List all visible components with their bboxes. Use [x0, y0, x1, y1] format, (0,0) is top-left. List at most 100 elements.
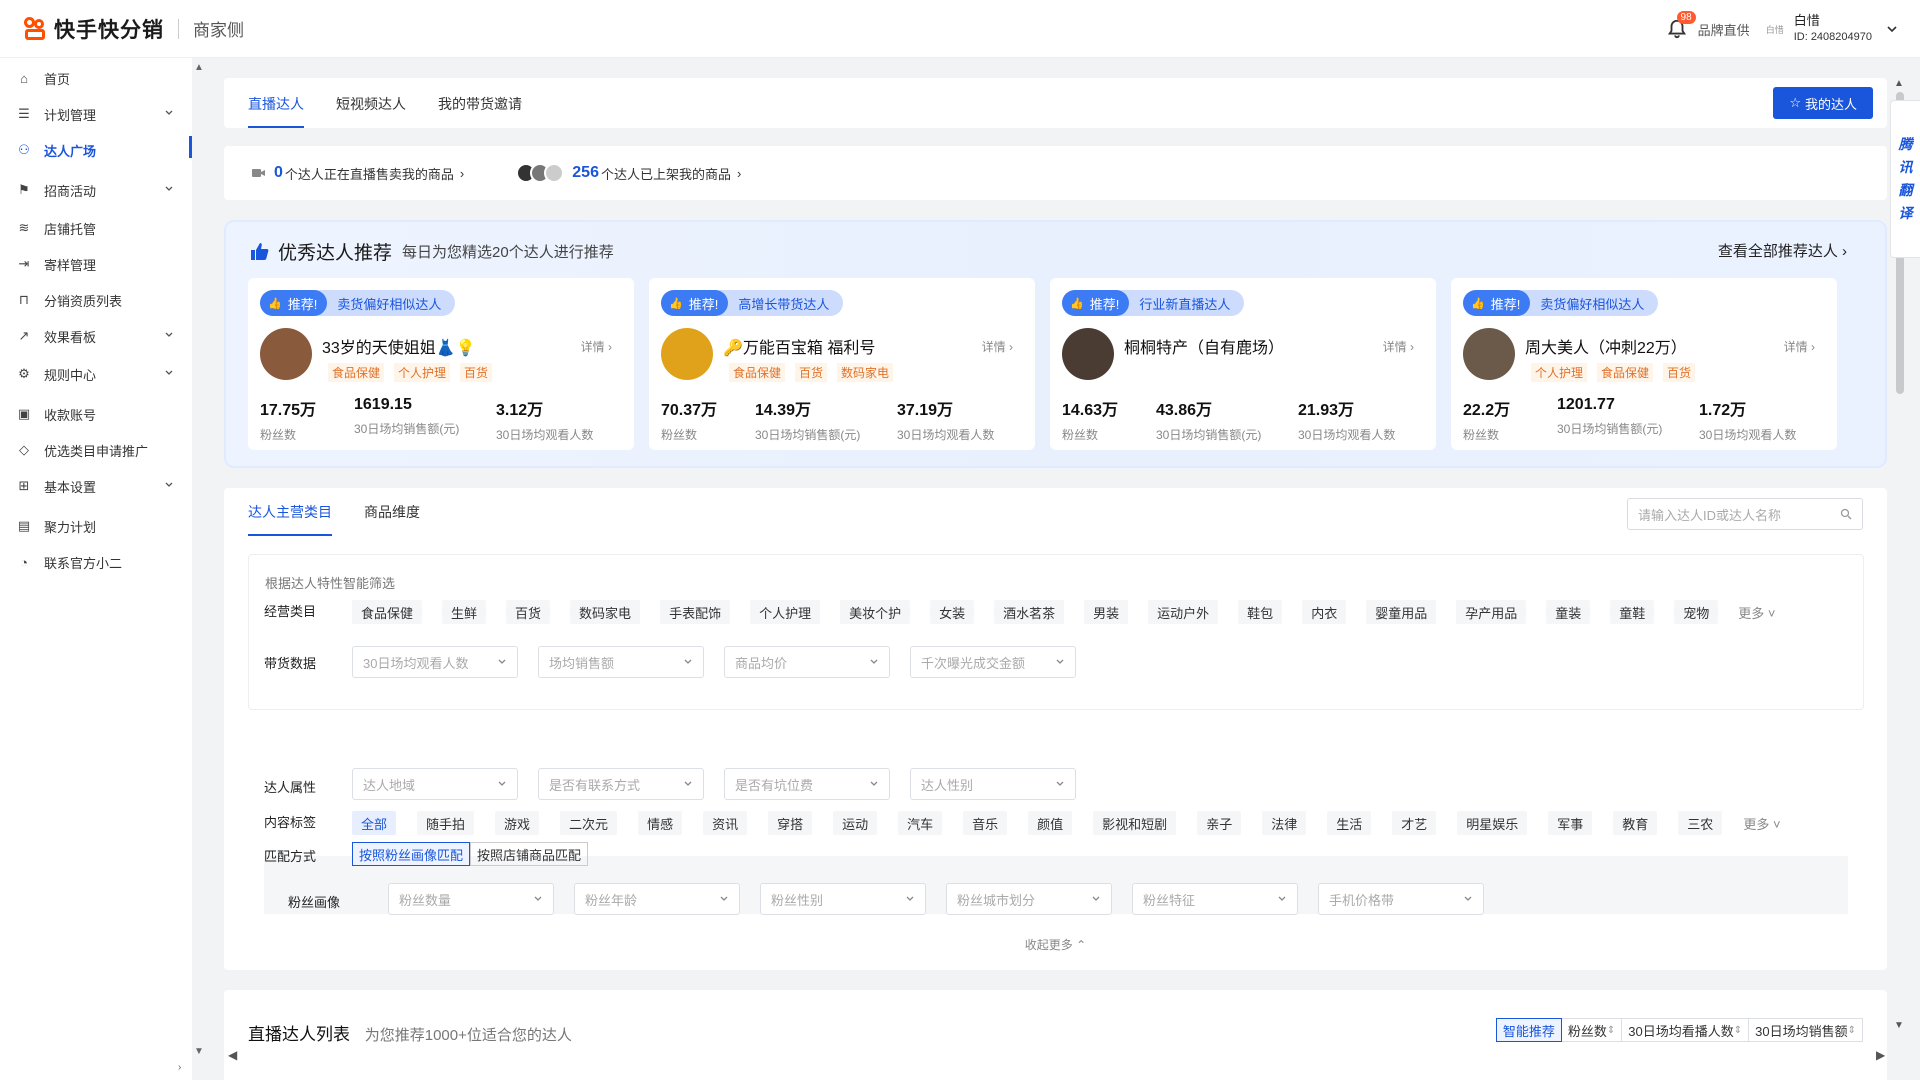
- brand-direct-label[interactable]: 品牌直供: [1698, 20, 1750, 39]
- avatar[interactable]: [1463, 328, 1515, 380]
- filter-chip[interactable]: 生活: [1327, 811, 1372, 835]
- filter-chip[interactable]: 内衣: [1302, 600, 1347, 624]
- filter-chip[interactable]: 童鞋: [1610, 600, 1655, 624]
- sidebar-item[interactable]: ⚇ 达人广场: [0, 128, 192, 172]
- filter-chip[interactable]: 个人护理: [750, 600, 821, 624]
- live-count-text[interactable]: 个达人正在直播售卖我的商品: [285, 164, 454, 183]
- tab-short-video-talent[interactable]: 短视频达人: [336, 94, 406, 128]
- scroll-left-icon[interactable]: ◀: [228, 1048, 237, 1062]
- filter-chip[interactable]: 手表配饰: [660, 600, 731, 624]
- filter-chip[interactable]: 婴童用品: [1366, 600, 1437, 624]
- tab-live-talent[interactable]: 直播达人: [248, 94, 304, 128]
- detail-link[interactable]: 详情 ›: [1383, 338, 1414, 355]
- sidebar-scroll-up-icon[interactable]: ▲: [194, 62, 204, 73]
- filter-chip[interactable]: 鞋包: [1238, 600, 1283, 624]
- filter-chip[interactable]: 酒水茗茶: [994, 600, 1065, 624]
- filter-chip[interactable]: 孕产用品: [1456, 600, 1527, 624]
- talent-name[interactable]: 33岁的天使姐姐👗💡: [322, 334, 476, 358]
- filter-chip[interactable]: 情感: [638, 811, 683, 835]
- sort-button[interactable]: 智能推荐: [1495, 1018, 1562, 1042]
- filter-chip[interactable]: 教育: [1613, 811, 1658, 835]
- chevron-down-icon[interactable]: [1886, 23, 1898, 35]
- filter-chip[interactable]: 军事: [1548, 811, 1593, 835]
- translate-side-tab[interactable]: 腾讯翻译: [1890, 100, 1920, 258]
- talent-attr-select[interactable]: 是否有联系方式: [538, 768, 704, 800]
- filter-chip[interactable]: 亲子: [1197, 811, 1242, 835]
- sidebar-item[interactable]: ◔ 联系官方小二: [0, 540, 192, 584]
- filter-chip[interactable]: 女装: [930, 600, 975, 624]
- collapse-more-button[interactable]: 收起更多 ⌃: [224, 936, 1887, 953]
- filter-chip[interactable]: 随手拍: [417, 811, 475, 835]
- app-logo[interactable]: 快手快分销 商家侧: [22, 14, 244, 44]
- sidebar-scroll-down-icon[interactable]: ▼: [194, 1046, 204, 1057]
- user-info[interactable]: 白惜 ID: 2408204970: [1794, 13, 1872, 44]
- tab-my-invitations[interactable]: 我的带货邀请: [438, 94, 522, 128]
- filter-chip[interactable]: 全部: [352, 811, 397, 835]
- sort-button[interactable]: 粉丝数 ⇕: [1560, 1018, 1623, 1042]
- fans-profile-select[interactable]: 粉丝年龄: [574, 883, 740, 915]
- talent-search-input[interactable]: 请输入达人ID或达人名称: [1627, 498, 1863, 530]
- scroll-down-icon[interactable]: ▼: [1894, 1020, 1904, 1031]
- talent-recommend-card[interactable]: 👍 推荐! 高增长带货达人 🔑万能百宝箱 福利号 详情 › 食品保健 百货 数码家电 70.37…: [649, 278, 1035, 450]
- sales-data-select[interactable]: 商品均价: [724, 646, 890, 678]
- filter-chip[interactable]: 游戏: [495, 811, 540, 835]
- sort-button[interactable]: 30日场均销售额 ⇕: [1748, 1018, 1863, 1042]
- talent-recommend-card[interactable]: 👍 推荐! 卖货偏好相似达人 周大美人（冲刺22万） 详情 › 个人护理 食品保健 百货 22.…: [1451, 278, 1837, 450]
- listed-count-text[interactable]: 个达人已上架我的商品: [601, 164, 731, 183]
- match-option[interactable]: 按照店铺商品匹配: [470, 842, 589, 866]
- match-option[interactable]: 按照粉丝画像匹配: [352, 842, 471, 866]
- detail-link[interactable]: 详情 ›: [1784, 338, 1815, 355]
- talent-name[interactable]: 🔑万能百宝箱 福利号: [723, 334, 875, 358]
- talent-attr-select[interactable]: 达人地域: [352, 768, 518, 800]
- filter-chip[interactable]: 生鲜: [442, 600, 487, 624]
- tab-product-dimension[interactable]: 商品维度: [364, 502, 420, 536]
- talent-name[interactable]: 周大美人（冲刺22万）: [1525, 334, 1687, 358]
- chevron-right-icon[interactable]: ›: [460, 166, 464, 181]
- fans-profile-select[interactable]: 粉丝性别: [760, 883, 926, 915]
- filter-chip[interactable]: 穿搭: [768, 811, 813, 835]
- avatar[interactable]: [260, 328, 312, 380]
- sidebar-item[interactable]: ⚙ 规则中心: [0, 352, 192, 396]
- filter-chip[interactable]: 音乐: [963, 811, 1008, 835]
- chevron-right-icon[interactable]: ›: [737, 166, 741, 181]
- more-button[interactable]: 更多 ˅: [1738, 603, 1775, 622]
- talent-name[interactable]: 桐桐特产（自有鹿场）: [1124, 334, 1284, 358]
- talent-recommend-card[interactable]: 👍 推荐! 行业新直播达人 桐桐特产（自有鹿场） 详情 › 14.63万 粉丝数 43.86万…: [1050, 278, 1436, 450]
- fans-profile-select[interactable]: 粉丝特征: [1132, 883, 1298, 915]
- detail-link[interactable]: 详情 ›: [982, 338, 1013, 355]
- filter-chip[interactable]: 童装: [1546, 600, 1591, 624]
- filter-chip[interactable]: 男装: [1084, 600, 1129, 624]
- sales-data-select[interactable]: 千次曝光成交金额: [910, 646, 1076, 678]
- avatar[interactable]: [661, 328, 713, 380]
- filter-chip[interactable]: 数码家电: [570, 600, 641, 624]
- filter-chip[interactable]: 百货: [506, 600, 551, 624]
- filter-chip[interactable]: 颜值: [1028, 811, 1073, 835]
- more-button[interactable]: 更多 ˅: [1743, 814, 1780, 833]
- filter-chip[interactable]: 资讯: [703, 811, 748, 835]
- filter-chip[interactable]: 美妆个护: [840, 600, 911, 624]
- my-talent-button[interactable]: ☆ 我的达人: [1773, 87, 1873, 119]
- detail-link[interactable]: 详情 ›: [581, 338, 612, 355]
- tab-main-category[interactable]: 达人主营类目: [248, 502, 332, 536]
- scroll-up-icon[interactable]: ▲: [1894, 78, 1904, 89]
- filter-chip[interactable]: 二次元: [560, 811, 618, 835]
- filter-chip[interactable]: 影视和短剧: [1093, 811, 1177, 835]
- talent-recommend-card[interactable]: 👍 推荐! 卖货偏好相似达人 33岁的天使姐姐👗💡 详情 › 食品保健 个人护理 百货 17.7…: [248, 278, 634, 450]
- talent-attr-select[interactable]: 是否有坑位费: [724, 768, 890, 800]
- filter-chip[interactable]: 三农: [1678, 811, 1723, 835]
- filter-chip[interactable]: 法律: [1262, 811, 1307, 835]
- talent-attr-select[interactable]: 达人性别: [910, 768, 1076, 800]
- sales-data-select[interactable]: 场均销售额: [538, 646, 704, 678]
- sidebar-item[interactable]: ⊞ 基本设置: [0, 464, 192, 508]
- filter-chip[interactable]: 运动户外: [1148, 600, 1219, 624]
- filter-chip[interactable]: 才艺: [1392, 811, 1437, 835]
- sidebar-scroll-right-icon[interactable]: ›: [178, 1062, 181, 1073]
- notification-bell[interactable]: 98: [1662, 11, 1696, 44]
- filter-chip[interactable]: 食品保健: [352, 600, 423, 624]
- sort-button[interactable]: 30日场均看播人数 ⇕: [1621, 1018, 1750, 1042]
- filter-chip[interactable]: 明星娱乐: [1457, 811, 1528, 835]
- avatar[interactable]: [1062, 328, 1114, 380]
- filter-chip[interactable]: 汽车: [898, 811, 943, 835]
- view-all-recommend-link[interactable]: 查看全部推荐达人 ›: [1718, 240, 1847, 261]
- fans-profile-select[interactable]: 手机价格带: [1318, 883, 1484, 915]
